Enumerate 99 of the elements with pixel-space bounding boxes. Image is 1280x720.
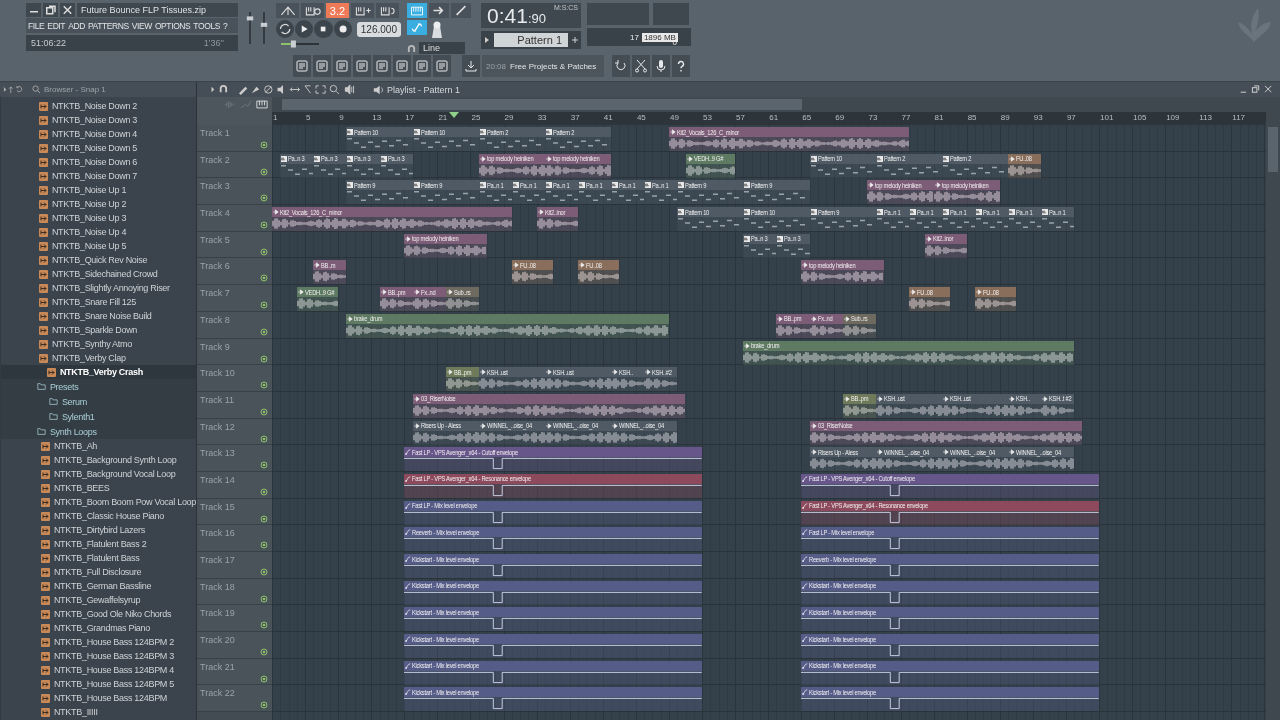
news-headline[interactable]: Free Projects & Patches: [510, 61, 597, 71]
news-time: 20:08: [486, 61, 507, 71]
browser-file[interactable]: NTKTB_Good Ole Niko Chords: [0, 607, 196, 621]
browser-file[interactable]: NTKTB_BEES: [0, 481, 196, 495]
browser-file[interactable]: NTKTB_Noise Up 5: [0, 239, 196, 253]
browser-file[interactable]: NTKTB_Flatulent Bass 2: [0, 537, 196, 551]
browser-file[interactable]: NTKTB_Boom Boom Pow Vocal Loop: [0, 495, 196, 509]
browser-file[interactable]: NTKTB_Full Disclosure: [0, 565, 196, 579]
bar-number: 109: [1166, 113, 1180, 122]
menu-item[interactable]: FILE: [28, 20, 45, 31]
browser-file[interactable]: NTKTB_Snare Fill 125: [0, 295, 196, 309]
snap-dropdown[interactable]: Line: [419, 42, 465, 54]
hint-duration: 1'36'': [203, 38, 224, 48]
bar-number: 117: [1232, 113, 1246, 122]
bar-number: 81: [934, 113, 944, 122]
browser-file[interactable]: NTKTB_Noise Down 5: [0, 141, 196, 155]
menu-item[interactable]: ADD: [68, 20, 85, 31]
bar-number: 5: [306, 113, 311, 122]
hint-text: 51:06:22: [31, 38, 67, 48]
bar-number: 45: [636, 113, 646, 122]
menu-item[interactable]: PATTERNS: [87, 20, 129, 31]
browser-file[interactable]: NTKTB_IIIII: [0, 705, 196, 719]
browser-file[interactable]: NTKTB_Snare Noise Build: [0, 309, 196, 323]
time-minutes-seconds: 0:41: [487, 3, 528, 28]
browser-file[interactable]: NTKTB_Verby Crash: [0, 365, 196, 379]
browser-file[interactable]: NTKTB_Noise Down 4: [0, 127, 196, 141]
browser-file[interactable]: NTKTB_Noise Up 1: [0, 183, 196, 197]
browser-file[interactable]: NTKTB_House Bass 124BPM 4: [0, 663, 196, 677]
browser-file[interactable]: NTKTB_Dirtybird Lazers: [0, 523, 196, 537]
bar-number: 37: [570, 113, 580, 122]
bar-number: 113: [1199, 113, 1212, 122]
bar-number: 21: [438, 113, 448, 122]
bar-number: 29: [504, 113, 514, 122]
browser-file[interactable]: NTKTB_House Bass 124BPM 2: [0, 635, 196, 649]
browser-file[interactable]: NTKTB_Ah: [0, 439, 196, 453]
bar-number: 77: [901, 113, 911, 122]
bar-number: 93: [1033, 113, 1043, 122]
folder-name[interactable]: Sylenth1: [61, 411, 95, 422]
browser-file[interactable]: NTKTB_Noise Up 4: [0, 225, 196, 239]
tempo-display[interactable]: 126.000: [356, 21, 401, 37]
browser-file[interactable]: NTKTB_Noise Down 2: [0, 99, 196, 113]
bar-number: 65: [802, 113, 812, 122]
bar-number: 57: [736, 113, 745, 122]
cpu-readout: 17: [630, 32, 639, 42]
browser-file[interactable]: NTKTB_Sparkle Down: [0, 323, 196, 337]
menu-item[interactable]: EDIT: [47, 20, 66, 31]
bar-number: 101: [1100, 113, 1114, 122]
timeline-ruler[interactable]: 1 5 9 13 17 21 25 29 33 37 41 45 49 53 57 61 65 69 73 77 81 85 89 93 97 101 105 109 113 117: [272, 112, 1266, 125]
browser-file[interactable]: NTKTB_Gewaffelsyrup: [0, 593, 196, 607]
browser-file[interactable]: NTKTB_House Bass 124BPM 5: [0, 677, 196, 691]
folder-name[interactable]: Serum: [61, 396, 87, 407]
pattern-name[interactable]: Pattern 1: [494, 33, 568, 47]
bar-number: 105: [1133, 113, 1147, 122]
browser-file[interactable]: NTKTB_Slightly Annoying Riser: [0, 281, 196, 295]
playlist-title: Playlist - Pattern 1: [387, 84, 461, 95]
bar-number: 25: [471, 113, 481, 122]
bar-number: 9: [339, 113, 344, 122]
browser-file[interactable]: NTKTB_German Bassline: [0, 579, 196, 593]
folder-name[interactable]: Presets: [49, 381, 79, 392]
bar-number: 1: [273, 113, 278, 122]
bar-number: 69: [835, 113, 845, 122]
project-title: Future Bounce FLP Tissues.zip: [77, 2, 238, 17]
bar-number: 33: [537, 113, 547, 122]
browser-file[interactable]: NTKTB_Background Synth Loop: [0, 453, 196, 467]
bar-number: 17: [405, 113, 415, 122]
bar-number: 73: [868, 113, 878, 122]
pattern-selector[interactable]: Pattern 1: [481, 31, 581, 49]
browser-file[interactable]: NTKTB_Verby Clap: [0, 351, 196, 365]
browser-file[interactable]: NTKTB_Noise Down 3: [0, 113, 196, 127]
browser-file[interactable]: NTKTB_Background Vocal Loop: [0, 467, 196, 481]
bar-number: 97: [1066, 113, 1076, 122]
folder-name[interactable]: Synth Loops: [49, 426, 97, 437]
memory-readout: 1896 MB: [641, 32, 678, 42]
bar-number: 61: [769, 113, 779, 122]
browser-file[interactable]: NTKTB_Noise Down 7: [0, 169, 196, 183]
bar-number: 85: [967, 113, 977, 122]
browser-file[interactable]: NTKTB_House Bass 124BPM 3: [0, 649, 196, 663]
browser-file[interactable]: NTKTB_Noise Up 2: [0, 197, 196, 211]
news-panel[interactable]: 20:08 Free Projects & Patches: [482, 55, 604, 77]
browser-file[interactable]: NTKTB_Quick Rev Noise: [0, 253, 196, 267]
browser-title: Browser - Snap 1: [44, 85, 106, 94]
browser-file[interactable]: NTKTB_Synthy Atmo: [0, 337, 196, 351]
bar-number: 49: [669, 113, 679, 122]
menu-item[interactable]: OPTIONS: [154, 20, 191, 31]
browser-file[interactable]: NTKTB_Noise Down 6: [0, 155, 196, 169]
menu-item[interactable]: VIEW: [131, 20, 152, 31]
menu-item[interactable]: ?: [223, 20, 228, 31]
browser-file[interactable]: NTKTB_Classic House Piano: [0, 509, 196, 523]
browser-file[interactable]: NTKTB_Flatulent Bass: [0, 551, 196, 565]
browser-file[interactable]: NTKTB_Grandmas Piano: [0, 621, 196, 635]
browser-file[interactable]: NTKTB_House Bass 124BPM: [0, 691, 196, 705]
time-centiseconds: :90: [527, 11, 546, 26]
menu-item[interactable]: TOOLS: [193, 20, 221, 31]
bar-number: 13: [372, 113, 382, 122]
bar-number: 53: [703, 113, 712, 122]
bar-number: 41: [603, 113, 613, 122]
browser-file[interactable]: NTKTB_Noise Up 3: [0, 211, 196, 225]
browser-file[interactable]: NTKTB_Sidechained Crowd: [0, 267, 196, 281]
bar-number: 89: [1000, 113, 1010, 122]
